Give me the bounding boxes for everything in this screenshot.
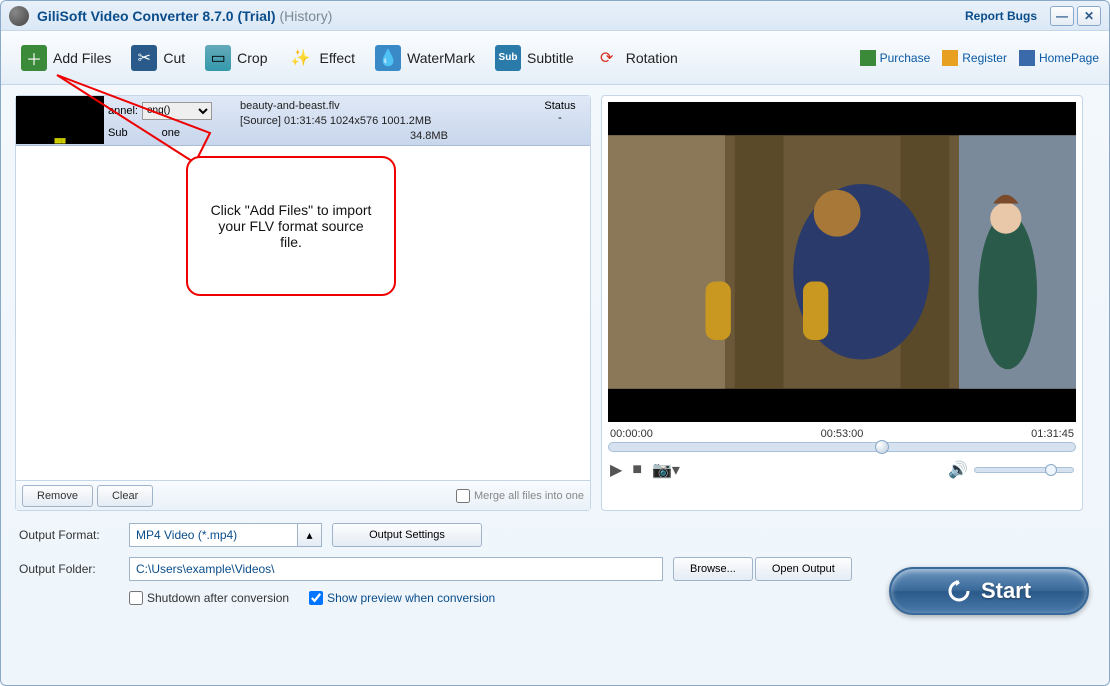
time-start: 00:00:00 — [610, 428, 653, 440]
remove-button[interactable]: Remove — [22, 485, 93, 507]
open-output-button[interactable]: Open Output — [755, 557, 852, 581]
status-header: Status — [530, 100, 590, 112]
crop-button[interactable]: ▭ Crop — [195, 41, 277, 75]
subtitle-icon: Sub — [495, 45, 521, 71]
timeline-thumb[interactable] — [875, 440, 889, 454]
volume-thumb[interactable] — [1045, 464, 1057, 476]
register-link[interactable]: Register — [942, 50, 1007, 66]
crop-label: Crop — [237, 50, 267, 66]
output-format-field[interactable] — [129, 523, 298, 547]
homepage-icon — [1019, 50, 1035, 66]
cut-label: Cut — [163, 50, 185, 66]
volume-slider[interactable] — [974, 467, 1074, 473]
cut-icon: ✂ — [131, 45, 157, 71]
rotation-button[interactable]: ⟳ Rotation — [584, 41, 688, 75]
subtitle-label: Subtitle — [527, 50, 574, 66]
merge-checkbox-label[interactable]: Merge all files into one — [456, 489, 584, 503]
effect-label: Effect — [320, 50, 356, 66]
title-sub: (History) — [279, 8, 332, 24]
effect-icon: ✨ — [288, 45, 314, 71]
watermark-label: WaterMark — [407, 50, 475, 66]
add-files-button[interactable]: ＋ Add Files — [11, 41, 121, 75]
start-icon — [947, 579, 971, 603]
watermark-icon: 💧 — [375, 45, 401, 71]
shutdown-checkbox[interactable] — [129, 591, 143, 605]
timeline-slider[interactable] — [608, 442, 1076, 452]
output-folder-field[interactable] — [129, 557, 663, 581]
shutdown-text: Shutdown after conversion — [147, 591, 289, 605]
register-icon — [942, 50, 958, 66]
volume-icon[interactable]: 🔊 — [948, 460, 968, 480]
browse-button[interactable]: Browse... — [673, 557, 753, 581]
purchase-link[interactable]: Purchase — [860, 50, 931, 66]
subtitle-button[interactable]: Sub Subtitle — [485, 41, 584, 75]
homepage-label: HomePage — [1039, 51, 1099, 65]
channel-select[interactable]: eng() — [142, 102, 212, 120]
file-row[interactable]: ▓▓▓ annel: eng() Sub one — [16, 96, 590, 146]
preview-frame — [608, 102, 1076, 422]
preview-panel: 00:00:00 00:53:00 01:31:45 ▶ ■ 📷▾ 🔊 — [601, 95, 1083, 511]
output-settings-button[interactable]: Output Settings — [332, 523, 482, 547]
callout-text: Click "Add Files" to import your FLV for… — [208, 202, 374, 250]
output-format-label: Output Format: — [19, 528, 129, 542]
clear-button[interactable]: Clear — [97, 485, 153, 507]
close-button[interactable]: ✕ — [1077, 6, 1101, 26]
file-target-info: 34.8MB — [240, 130, 524, 142]
merge-text: Merge all files into one — [474, 490, 584, 502]
preview-video[interactable] — [608, 102, 1076, 422]
watermark-button[interactable]: 💧 WaterMark — [365, 41, 485, 75]
minimize-button[interactable]: — — [1050, 6, 1074, 26]
homepage-link[interactable]: HomePage — [1019, 50, 1099, 66]
shutdown-checkbox-label[interactable]: Shutdown after conversion — [129, 591, 289, 605]
callout-tooltip: Click "Add Files" to import your FLV for… — [186, 156, 396, 296]
start-label: Start — [981, 578, 1031, 604]
effect-button[interactable]: ✨ Effect — [278, 41, 366, 75]
play-button[interactable]: ▶ — [610, 460, 622, 480]
add-files-icon: ＋ — [21, 45, 47, 71]
output-folder-label: Output Folder: — [19, 562, 129, 576]
window-title: GiliSoft Video Converter 8.7.0 (Trial) (… — [37, 8, 332, 24]
stop-button[interactable]: ■ — [632, 461, 642, 479]
preview-checkbox-label[interactable]: Show preview when conversion — [309, 591, 495, 605]
time-end: 01:31:45 — [1031, 428, 1074, 440]
merge-checkbox[interactable] — [456, 489, 470, 503]
app-icon — [9, 6, 29, 26]
rotation-label: Rotation — [626, 50, 678, 66]
report-bugs-link[interactable]: Report Bugs — [965, 9, 1037, 23]
preview-checkbox[interactable] — [309, 591, 323, 605]
purchase-icon — [860, 50, 876, 66]
status-value: - — [530, 112, 590, 124]
start-button[interactable]: Start — [889, 567, 1089, 615]
title-main: GiliSoft Video Converter 8.7.0 (Trial) — [37, 8, 276, 24]
add-files-label: Add Files — [53, 50, 111, 66]
file-name: beauty-and-beast.flv — [240, 100, 524, 112]
purchase-label: Purchase — [880, 51, 931, 65]
subtitle-value: one — [162, 127, 180, 139]
channel-label: annel: — [108, 105, 138, 117]
rotation-icon: ⟳ — [594, 45, 620, 71]
time-mid: 00:53:00 — [821, 428, 864, 440]
cut-button[interactable]: ✂ Cut — [121, 41, 195, 75]
subtitle-field-label: Sub — [108, 127, 128, 139]
output-format-dropdown[interactable]: ▴ — [298, 523, 322, 547]
register-label: Register — [962, 51, 1007, 65]
file-source-info: [Source] 01:31:45 1024x576 1001.2MB — [240, 115, 524, 127]
crop-icon: ▭ — [205, 45, 231, 71]
file-thumbnail: ▓▓▓ — [16, 96, 104, 144]
snapshot-button[interactable]: 📷▾ — [652, 460, 680, 480]
preview-text: Show preview when conversion — [327, 591, 495, 605]
